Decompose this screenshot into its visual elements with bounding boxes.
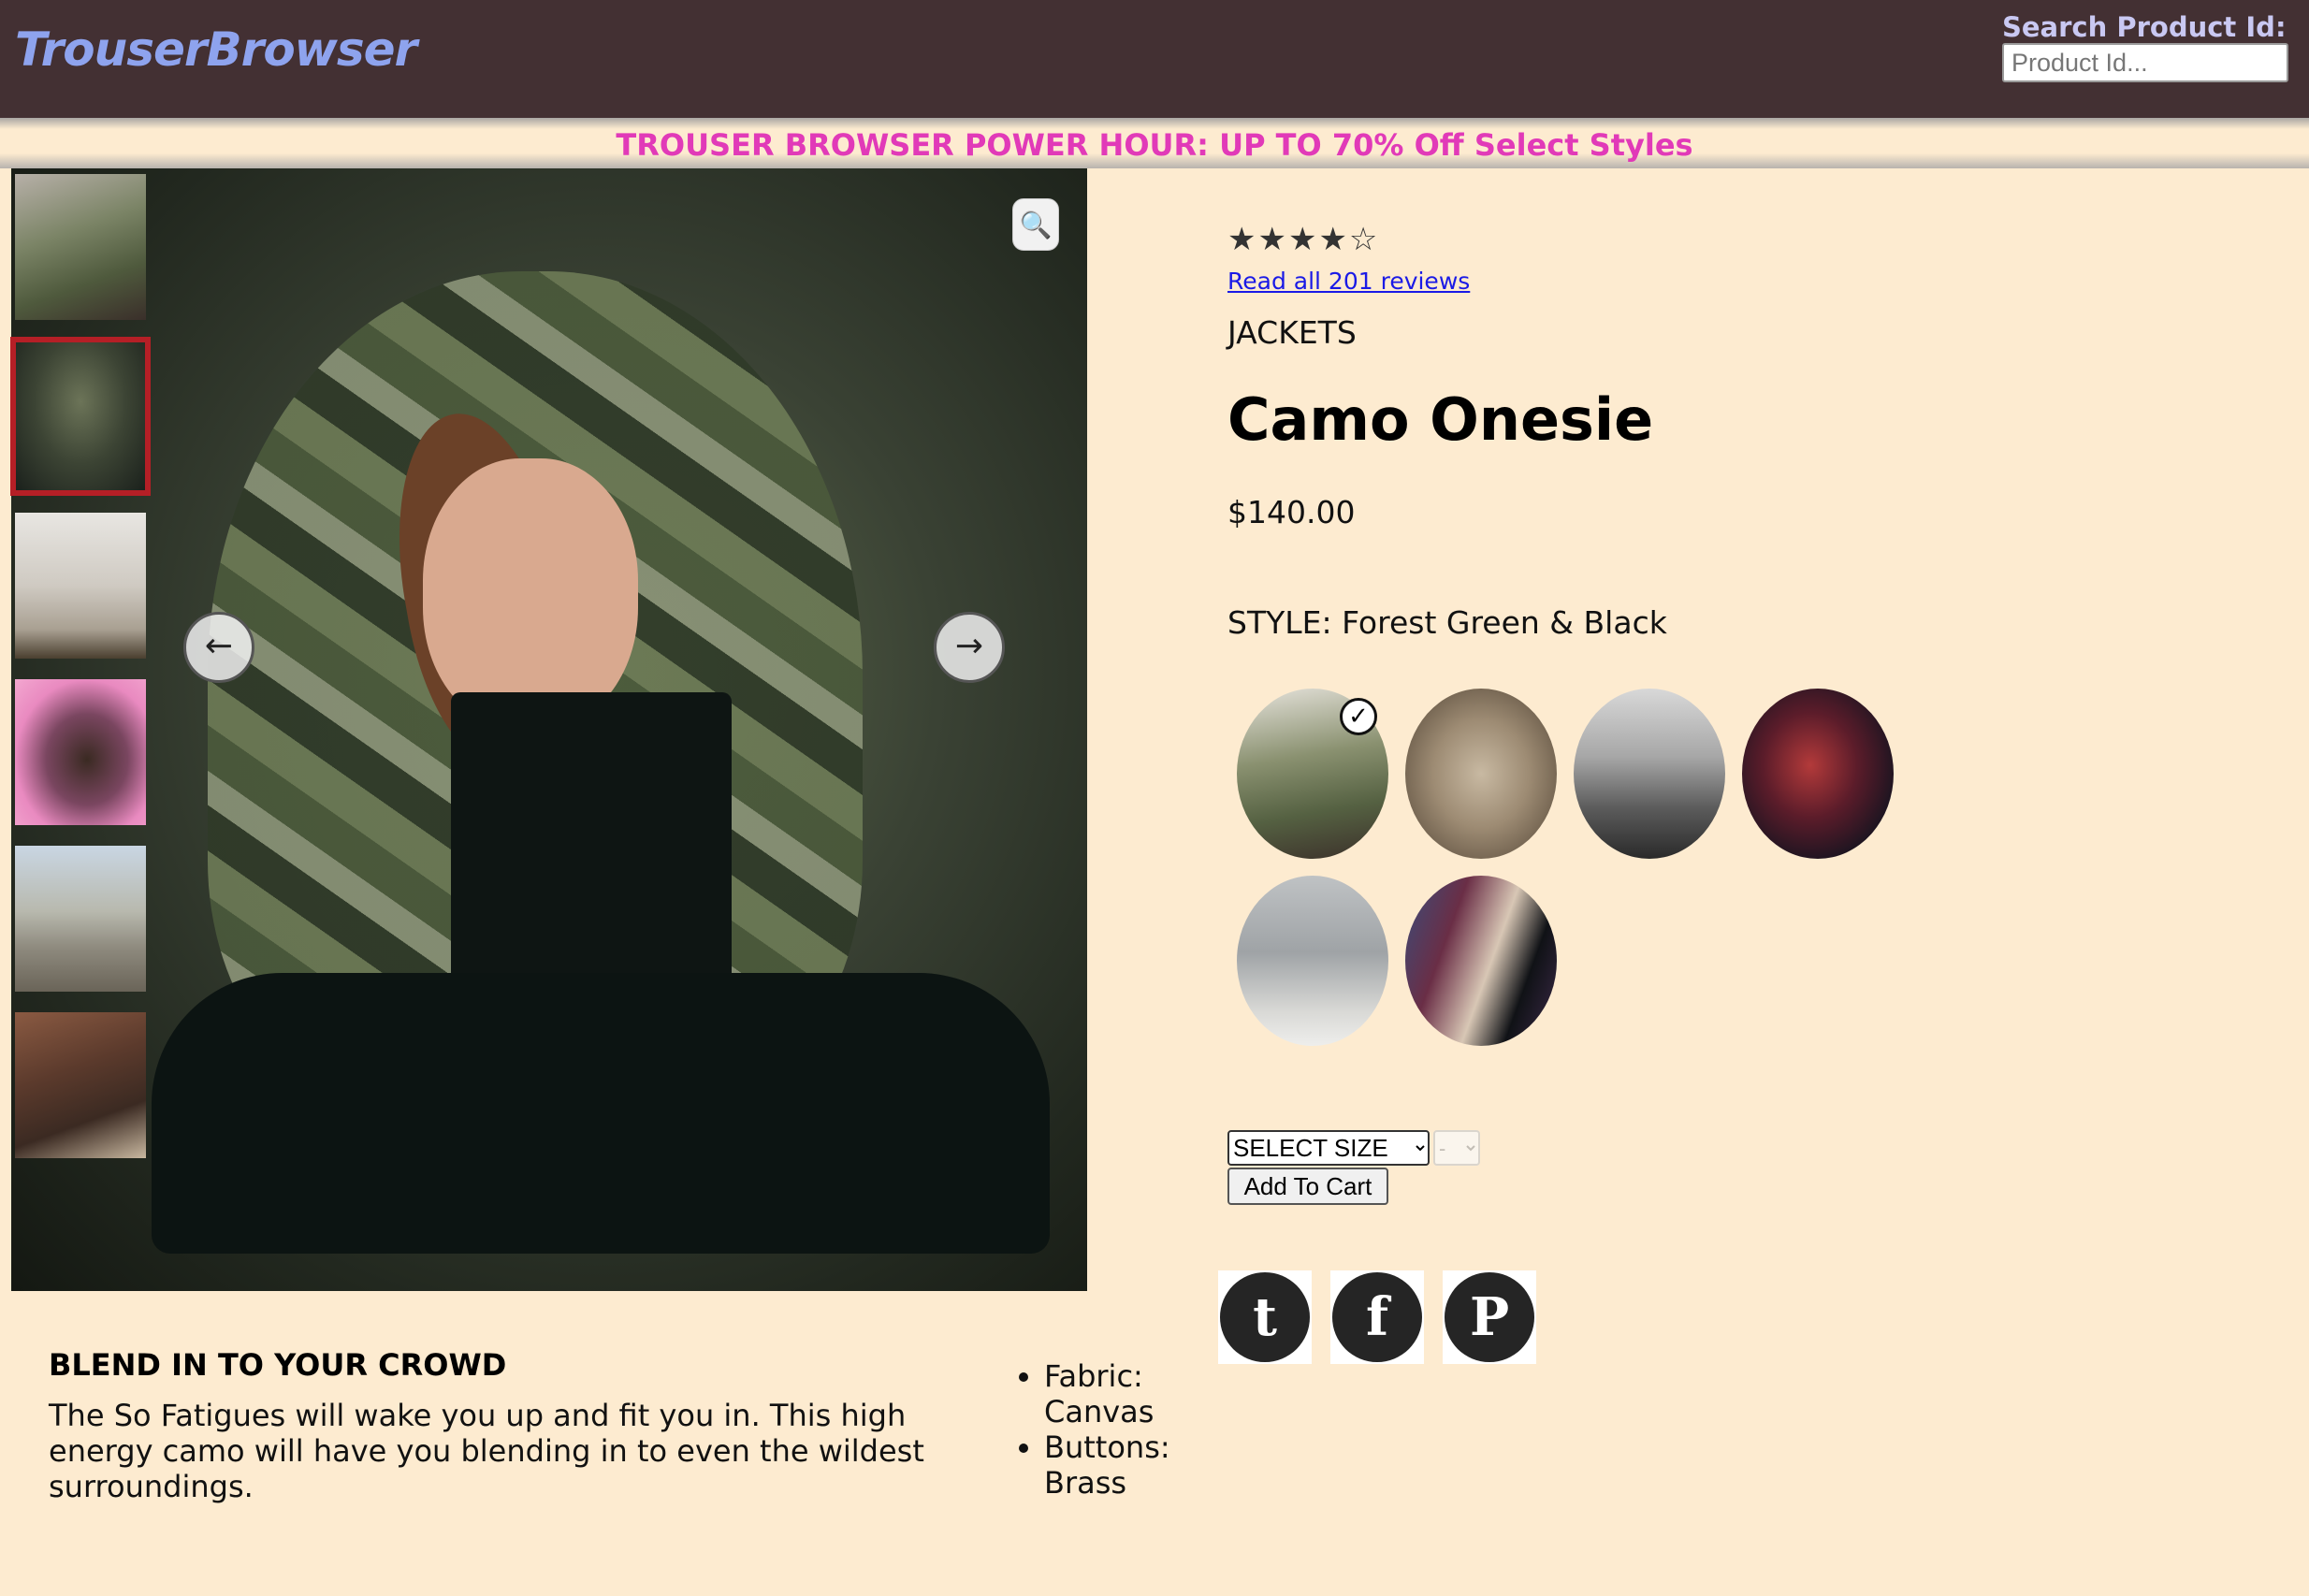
read-reviews-link[interactable]: Read all 201 reviews: [1227, 268, 1470, 295]
twitter-share-button[interactable]: t: [1218, 1270, 1312, 1364]
add-to-cart-button[interactable]: Add To Cart: [1227, 1168, 1388, 1205]
quantity-select[interactable]: -: [1433, 1130, 1480, 1166]
promo-banner: TROUSER BROWSER POWER HOUR: UP TO 70% Of…: [0, 118, 2309, 168]
style-option-6[interactable]: [1405, 876, 1557, 1046]
pinterest-share-button[interactable]: P: [1443, 1270, 1536, 1364]
site-header: TrouserBrowser Search Product Id:: [0, 0, 2309, 118]
selected-check-icon: ✓: [1340, 698, 1377, 735]
description-body: The So Fatigues will wake you up and fit…: [49, 1398, 924, 1504]
image-face: [423, 458, 638, 730]
style-option-3[interactable]: [1574, 689, 1725, 859]
main-product-image[interactable]: [11, 168, 1087, 1291]
style-option-5[interactable]: [1237, 876, 1388, 1046]
description-heading: BLEND IN TO YOUR CROWD: [49, 1347, 507, 1383]
style-line: STYLE: Forest Green & Black: [1227, 604, 1667, 641]
product-price: $140.00: [1227, 494, 1356, 530]
size-select[interactable]: SELECT SIZE: [1227, 1130, 1430, 1166]
feature-item: Fabric: Canvas: [1044, 1358, 1199, 1429]
thumbnail-1[interactable]: [13, 172, 148, 322]
image-legs: [152, 973, 1050, 1254]
previous-image-button[interactable]: ←: [183, 612, 254, 683]
facebook-share-button[interactable]: f: [1330, 1270, 1424, 1364]
rating-stars: ★★★★☆: [1227, 221, 1380, 258]
thumbnail-5[interactable]: [13, 844, 148, 994]
next-image-button[interactable]: →: [934, 612, 1005, 683]
pinterest-icon: P: [1445, 1272, 1534, 1362]
thumbnail-3[interactable]: [13, 511, 148, 660]
twitter-icon: t: [1220, 1272, 1310, 1362]
facebook-icon: f: [1332, 1272, 1422, 1362]
search-label: Search Product Id:: [2002, 11, 2287, 43]
feature-item: Buttons: Brass: [1044, 1429, 1199, 1501]
style-option-4[interactable]: [1742, 689, 1894, 859]
product-id-search-input[interactable]: [2002, 43, 2288, 82]
zoom-button[interactable]: 🔍: [1012, 198, 1059, 251]
thumbnail-2[interactable]: [10, 337, 151, 496]
style-option-2[interactable]: [1405, 689, 1557, 859]
magnifier-icon: 🔍: [1019, 210, 1053, 240]
thumbnail-6[interactable]: [13, 1010, 148, 1160]
style-label: STYLE:: [1227, 604, 1332, 641]
style-value: Forest Green & Black: [1342, 604, 1667, 641]
feature-list: Fabric: Canvas Buttons: Brass: [1012, 1358, 1199, 1501]
product-category: JACKETS: [1227, 314, 1357, 351]
product-name: Camo Onesie: [1227, 385, 1654, 454]
site-logo[interactable]: TrouserBrowser: [15, 22, 417, 77]
thumbnail-4[interactable]: [13, 677, 148, 827]
